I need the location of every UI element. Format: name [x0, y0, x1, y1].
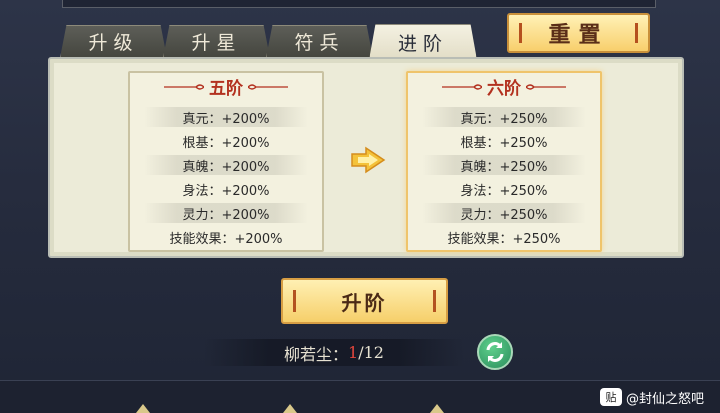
- reset-button-label: 重置: [548, 22, 609, 48]
- stat-row: 真元：+250%: [422, 107, 586, 127]
- stat-row: 技能效果：+250%: [447, 231, 561, 247]
- button-right-bar: [635, 23, 638, 43]
- advance-button[interactable]: 升阶: [281, 278, 448, 324]
- next-tier-card: 六阶 真元：+250% 根基：+250% 真魄：+250% 身法：+250% 灵…: [406, 71, 602, 252]
- stat-row: 根基：+250%: [460, 135, 548, 151]
- watermark: 贴 @封仙之怒吧: [600, 386, 704, 408]
- bottom-tab-icon[interactable]: [281, 404, 299, 413]
- button-right-bar: [433, 290, 436, 312]
- tab-advance[interactable]: 进阶: [369, 24, 477, 60]
- tab-star-up[interactable]: 升星: [163, 25, 270, 58]
- stat-row: 技能效果：+200%: [169, 231, 283, 247]
- material-required-count: /12: [358, 343, 384, 362]
- stat-row: 真元：+200%: [144, 107, 308, 127]
- material-current-count: 1: [348, 343, 359, 362]
- material-requirement: 柳若尘： 1 /12: [204, 339, 464, 366]
- arrow-right-icon: [351, 146, 386, 174]
- title-ornament-right-icon: [248, 84, 288, 90]
- current-tier-card: 五阶 真元：+200% 根基：+200% 真魄：+200% 身法：+200% 灵…: [128, 71, 324, 252]
- reset-button[interactable]: 重置: [507, 13, 650, 53]
- refresh-button[interactable]: [477, 334, 513, 370]
- stat-row: 真魄：+250%: [422, 155, 586, 175]
- top-panel-edge: [62, 0, 656, 8]
- advance-button-label: 升阶: [341, 290, 388, 315]
- tab-upgrade[interactable]: 升级: [60, 25, 167, 58]
- current-tier-title: 五阶: [209, 78, 243, 99]
- watermark-text: @封仙之怒吧: [626, 391, 705, 407]
- refresh-icon: [486, 342, 504, 362]
- material-name: 柳若尘：: [284, 344, 349, 364]
- stat-row: 身法：+250%: [460, 183, 548, 199]
- stat-row: 灵力：+200%: [144, 203, 308, 223]
- tieba-logo-icon: 贴: [600, 388, 622, 406]
- button-left-bar: [519, 23, 522, 43]
- stat-row: 灵力：+250%: [422, 203, 586, 223]
- stat-row: 真魄：+200%: [144, 155, 308, 175]
- title-ornament-right-icon: [526, 84, 566, 90]
- stat-row: 身法：+200%: [182, 183, 270, 199]
- next-tier-title: 六阶: [487, 78, 521, 99]
- tab-talisman-soldier[interactable]: 符兵: [266, 25, 373, 58]
- bottom-tab-icon[interactable]: [428, 404, 446, 413]
- bottom-tab-icon[interactable]: [134, 404, 152, 413]
- button-left-bar: [293, 290, 296, 312]
- stat-row: 根基：+200%: [182, 135, 270, 151]
